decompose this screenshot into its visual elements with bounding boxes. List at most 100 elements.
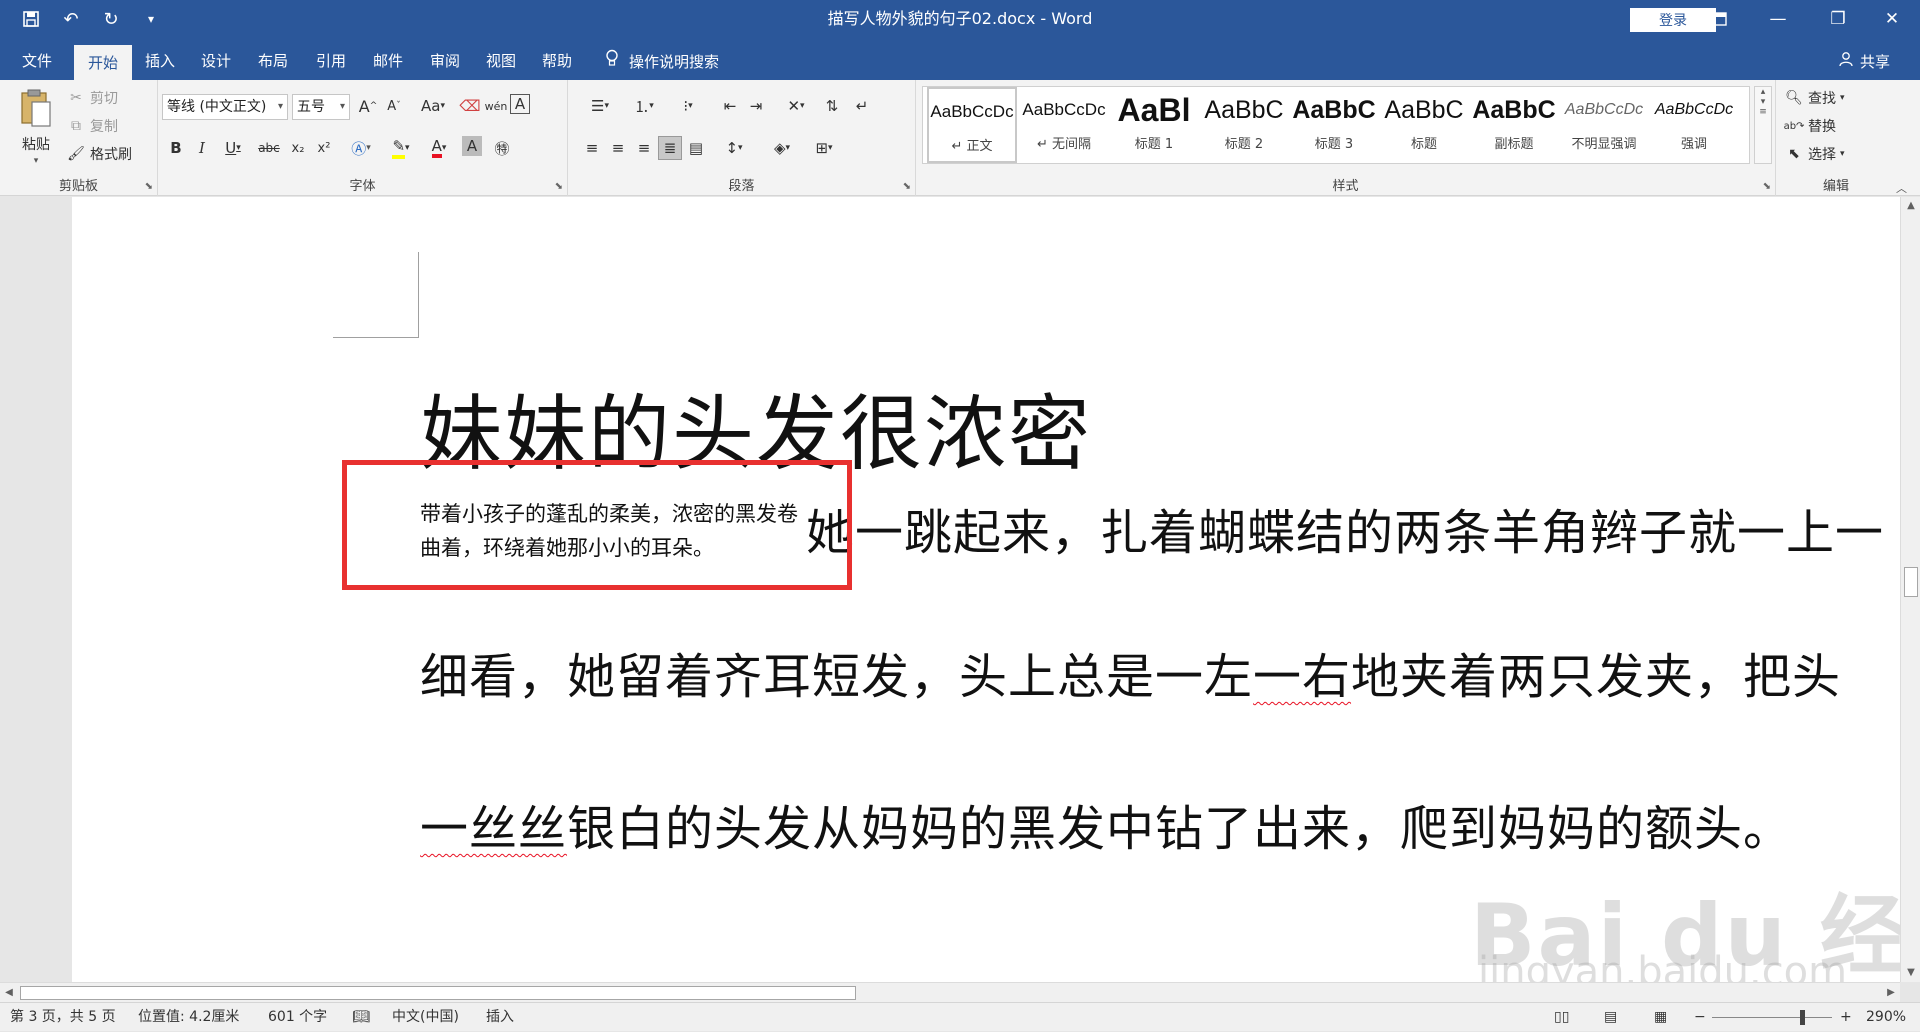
zoom-slider-track[interactable] (1712, 1017, 1832, 1018)
text-effects-button[interactable]: Ⓐ ▾ (344, 136, 378, 160)
word-count[interactable]: 601 个字 (268, 1003, 327, 1032)
zoom-out-button[interactable]: − (1694, 1003, 1706, 1032)
tab-help[interactable]: 帮助 (531, 45, 583, 80)
dialog-launcher-icon[interactable]: ⬊ (903, 181, 911, 192)
language-indicator[interactable]: 中文(中国) (392, 1003, 459, 1032)
borders-icon[interactable]: ⊞ ▾ (806, 136, 842, 160)
font-color-button[interactable]: A ▾ (422, 136, 456, 160)
tab-design[interactable]: 设计 (190, 45, 242, 80)
italic-button[interactable]: I (190, 136, 214, 160)
find-button[interactable]: 🔍︎ 查找 ▾ (1784, 88, 1844, 108)
style-heading-1[interactable]: AaBl 标题 1 (1109, 87, 1199, 163)
horizontal-scrollbar[interactable]: ◀ ▶ (0, 982, 1900, 1002)
font-size-combo[interactable]: 五号 ▾ (292, 94, 350, 120)
grow-font-button[interactable]: A ^ (356, 94, 380, 118)
highlight-button[interactable]: ✎ ▾ (384, 136, 418, 160)
strikethrough-button[interactable]: abc (254, 136, 284, 160)
font-name-combo[interactable]: 等线 (中文正文) ▾ (162, 94, 288, 120)
align-center-icon[interactable]: ≡ (606, 136, 630, 160)
line-spacing-icon[interactable]: ↕ ▾ (716, 136, 752, 160)
more-icon[interactable]: ≡ (1755, 107, 1771, 117)
web-layout-icon[interactable]: ▦ (1654, 1003, 1667, 1032)
style-emphasis[interactable]: AaBbCcDc 强调 (1649, 87, 1739, 163)
ribbon-display-options-icon[interactable] (1688, 0, 1748, 38)
copy-button[interactable]: ⧉ 复制 (66, 116, 118, 136)
sort-icon[interactable]: ⇅ (820, 94, 844, 118)
character-shading-button[interactable]: A (462, 136, 482, 156)
align-right-icon[interactable]: ≡ (632, 136, 656, 160)
horizontal-scroll-thumb[interactable] (20, 986, 856, 1000)
styles-gallery-scroll[interactable]: ▴ ▾ ≡ (1754, 86, 1772, 164)
tell-me-search[interactable]: 操作说明搜索 (605, 45, 719, 80)
style-subtitle[interactable]: AaBbC 副标题 (1469, 87, 1559, 163)
shrink-font-button[interactable]: Aˇ (382, 94, 406, 118)
justify-icon[interactable]: ≣ (658, 136, 682, 160)
phonetic-guide-button[interactable]: wén (484, 94, 508, 118)
paragraph-1[interactable]: 她一跳起来，扎着蝴蝶结的两条羊角辫子就一上一 (806, 493, 1884, 563)
paragraph-3[interactable]: 一丝丝银白的头发从妈妈的黑发中钻了出来，爬到妈妈的额头。 (420, 789, 1792, 859)
tab-insert[interactable]: 插入 (134, 45, 186, 80)
zoom-level[interactable]: 290% (1866, 1003, 1906, 1032)
clear-formatting-icon[interactable]: ⌫ (458, 94, 482, 118)
superscript-button[interactable]: x² (312, 136, 336, 160)
tab-review[interactable]: 审阅 (419, 45, 471, 80)
vertical-scrollbar[interactable]: ▲ ▼ (1900, 197, 1920, 982)
increase-indent-icon[interactable]: ⇥ (744, 94, 768, 118)
dialog-launcher-icon[interactable]: ⬊ (555, 181, 563, 192)
scroll-right-icon[interactable]: ▶ (1882, 983, 1900, 1003)
style-title[interactable]: AaBbC 标题 (1379, 87, 1469, 163)
proofing-icon[interactable]: 📖︎ (352, 1003, 370, 1032)
subscript-button[interactable]: x₂ (286, 136, 310, 160)
cursor-position[interactable]: 位置值: 4.2厘米 (138, 1003, 239, 1032)
zoom-in-button[interactable]: + (1840, 1003, 1852, 1032)
insert-mode-indicator[interactable]: 插入 (486, 1003, 514, 1032)
print-layout-icon[interactable]: ▤ (1604, 1003, 1617, 1032)
collapse-ribbon-icon[interactable]: ︿ (1896, 180, 1907, 196)
tab-layout[interactable]: 布局 (247, 45, 299, 80)
bold-button[interactable]: B (164, 136, 188, 160)
distributed-icon[interactable]: ▤ (684, 136, 708, 160)
vertical-scroll-thumb[interactable] (1904, 567, 1918, 597)
share-button[interactable]: 共享 (1838, 45, 1890, 80)
scroll-down-icon[interactable]: ▼ (1901, 964, 1920, 982)
restore-icon[interactable]: ❐ (1808, 0, 1868, 38)
shading-bucket-icon[interactable]: ◈ ▾ (764, 136, 800, 160)
read-mode-icon[interactable]: ▯▯ (1554, 1003, 1569, 1032)
chevron-up-icon[interactable]: ▴ (1755, 87, 1771, 97)
paragraph-2[interactable]: 细看，她留着齐耳短发，头上总是一左一右地夹着两只发夹，把头 (420, 637, 1841, 707)
minimize-icon[interactable]: — (1748, 0, 1808, 38)
scroll-left-icon[interactable]: ◀ (0, 983, 18, 1003)
tab-home[interactable]: 开始 (74, 45, 132, 80)
dialog-launcher-icon[interactable]: ⬊ (1763, 181, 1771, 192)
chinese-layout-icon[interactable]: ✕ ▾ (778, 94, 814, 118)
paste-button[interactable]: 粘贴 ▾ (14, 88, 58, 166)
chevron-down-icon[interactable]: ▾ (1755, 97, 1771, 107)
select-button[interactable]: ⬉ 选择 ▾ (1784, 144, 1844, 164)
format-painter-button[interactable]: 🖌 格式刷 (66, 144, 132, 164)
tab-view[interactable]: 视图 (475, 45, 527, 80)
style-heading-2[interactable]: AaBbC 标题 2 (1199, 87, 1289, 163)
style-subtle-emphasis[interactable]: AaBbCcDc 不明显强调 (1559, 87, 1649, 163)
cut-button[interactable]: ✂ 剪切 (66, 88, 118, 108)
tab-references[interactable]: 引用 (305, 45, 357, 80)
show-marks-icon[interactable]: ↵ (850, 94, 874, 118)
page-count[interactable]: 第 3 页，共 5 页 (10, 1003, 116, 1032)
character-border-button[interactable]: A (510, 94, 530, 114)
align-left-icon[interactable]: ≡ (580, 136, 604, 160)
close-icon[interactable]: ✕ (1862, 0, 1920, 38)
scroll-up-icon[interactable]: ▲ (1901, 197, 1920, 215)
tab-mailings[interactable]: 邮件 (362, 45, 414, 80)
multilevel-list-icon[interactable]: ⁝ ▾ (668, 94, 708, 118)
style-no-spacing[interactable]: AaBbCcDc ↵ 无间隔 (1019, 87, 1109, 163)
numbering-icon[interactable]: ⒈ ▾ (624, 94, 664, 118)
underline-button[interactable]: U ▾ (216, 136, 250, 160)
change-case-button[interactable]: Aa ▾ (416, 94, 450, 118)
style-heading-3[interactable]: AaBbC 标题 3 (1289, 87, 1379, 163)
zoom-slider-thumb[interactable] (1800, 1010, 1805, 1025)
enclose-characters-icon[interactable]: ㊕ (490, 136, 514, 160)
style-normal[interactable]: AaBbCcDc ↵ 正文 (927, 87, 1017, 163)
bullets-icon[interactable]: ☰ ▾ (580, 94, 620, 118)
decrease-indent-icon[interactable]: ⇤ (718, 94, 742, 118)
replace-button[interactable]: ab↷ 替换 (1784, 116, 1836, 136)
dialog-launcher-icon[interactable]: ⬊ (145, 181, 153, 192)
